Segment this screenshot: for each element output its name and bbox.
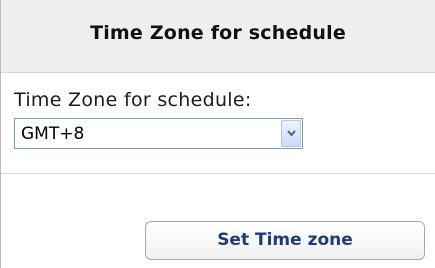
timezone-panel: Time Zone for schedule Time Zone for sch…	[0, 0, 435, 268]
panel-header: Time Zone for schedule	[1, 0, 435, 72]
timezone-label: Time Zone for schedule:	[14, 89, 252, 111]
header-divider	[1, 72, 435, 73]
panel-title: Time Zone for schedule	[90, 22, 346, 44]
set-time-zone-button[interactable]: Set Time zone	[145, 221, 425, 260]
timezone-select[interactable]: GMT+8	[14, 118, 303, 149]
chevron-down-icon	[287, 130, 296, 137]
dropdown-button[interactable]	[281, 120, 301, 147]
section-divider	[1, 173, 435, 174]
timezone-select-value: GMT+8	[21, 124, 85, 144]
